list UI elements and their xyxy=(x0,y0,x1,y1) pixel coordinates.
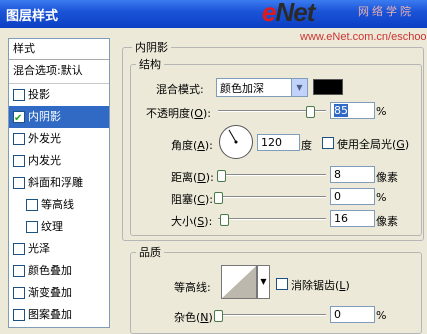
style-item-label: 斜面和浮雕 xyxy=(28,176,83,189)
inner-shadow-panel: 内阴影 结构 混合模式: 颜色加深 ▼ 不透明度(O): 85 % 角度(A):… xyxy=(120,38,427,334)
distance-unit: 像素 xyxy=(376,171,398,184)
style-checkbox[interactable] xyxy=(13,287,25,299)
style-item-label: 纹理 xyxy=(41,220,63,233)
noise-label: 杂色(N): xyxy=(174,311,217,324)
style-item[interactable]: 渐变叠加 xyxy=(9,282,109,304)
choke-slider[interactable] xyxy=(218,196,326,198)
style-item[interactable]: 光泽 xyxy=(9,238,109,260)
style-checkbox[interactable] xyxy=(13,89,25,101)
distance-slider-handle[interactable] xyxy=(217,170,227,182)
style-item-label: 内发光 xyxy=(28,154,61,167)
watermark-text: 网络学院 xyxy=(358,5,414,18)
structure-title: 结构 xyxy=(136,56,164,72)
angle-unit: 度 xyxy=(301,139,312,152)
style-checkbox[interactable] xyxy=(13,265,25,277)
distance-label: 距离(D): xyxy=(171,171,214,184)
title-bar: 图层样式 eNet 网络学院 xyxy=(0,0,427,28)
style-item-label: 光泽 xyxy=(28,242,50,255)
choke-unit: % xyxy=(376,191,387,204)
chevron-down-icon: ▼ xyxy=(291,79,307,96)
style-item-label: 混合选项:默认 xyxy=(13,64,83,77)
angle-label: 角度(A): xyxy=(171,139,213,152)
style-item[interactable]: 内阴影 xyxy=(9,106,109,130)
opacity-unit: % xyxy=(376,105,387,118)
style-checkbox[interactable] xyxy=(13,108,25,130)
style-checkbox[interactable] xyxy=(13,309,25,321)
antialias-label: 消除锯齿(L) xyxy=(291,279,350,292)
contour-curve-icon xyxy=(222,266,256,298)
style-item[interactable]: 斜面和浮雕 xyxy=(9,172,109,194)
opacity-slider-handle[interactable] xyxy=(305,106,315,118)
opacity-input[interactable]: 85 xyxy=(330,102,375,119)
section-title: 内阴影 xyxy=(132,39,171,55)
style-checkbox[interactable] xyxy=(26,221,38,233)
global-light-label: 使用全局光(G) xyxy=(337,138,410,151)
style-item[interactable]: 纹理 xyxy=(9,216,109,238)
style-checkbox[interactable] xyxy=(13,177,25,189)
choke-input[interactable]: 0 xyxy=(330,188,375,205)
contour-label: 等高线: xyxy=(174,281,211,294)
style-checkbox[interactable] xyxy=(13,133,25,145)
style-item[interactable]: 投影 xyxy=(9,84,109,106)
angle-indicator xyxy=(228,129,238,144)
antialias-checkbox[interactable] xyxy=(276,278,288,290)
style-checkbox[interactable] xyxy=(26,199,38,211)
blend-mode-select[interactable]: 颜色加深 ▼ xyxy=(216,78,308,97)
style-item[interactable]: 混合选项:默认 xyxy=(9,60,109,82)
choke-slider-handle[interactable] xyxy=(214,192,223,204)
style-item[interactable]: 等高线 xyxy=(9,194,109,216)
style-item-label: 渐变叠加 xyxy=(28,286,72,299)
style-item[interactable]: 颜色叠加 xyxy=(9,260,109,282)
style-item-label: 图案叠加 xyxy=(28,308,72,321)
quality-title: 品质 xyxy=(136,244,164,260)
style-item-label: 颜色叠加 xyxy=(28,264,72,277)
noise-input[interactable]: 0 xyxy=(330,306,375,323)
window-title: 图层样式 xyxy=(6,9,59,24)
style-item[interactable]: 图案叠加 xyxy=(9,304,109,326)
noise-slider-handle[interactable] xyxy=(214,310,223,322)
size-slider-handle[interactable] xyxy=(220,214,230,226)
style-item-label: 等高线 xyxy=(41,198,74,211)
style-item[interactable]: 外发光 xyxy=(9,128,109,150)
styles-header[interactable]: 样式 xyxy=(9,39,109,60)
angle-dial[interactable] xyxy=(219,125,253,159)
noise-unit: % xyxy=(376,309,387,322)
distance-input[interactable]: 8 xyxy=(330,166,375,183)
choke-label: 阻塞(C): xyxy=(171,193,213,206)
style-checkbox[interactable] xyxy=(13,155,25,167)
style-item-label: 投影 xyxy=(28,88,50,101)
style-item-label: 外发光 xyxy=(28,132,61,145)
global-light-checkbox[interactable] xyxy=(322,137,334,149)
styles-list: 样式 混合选项:默认投影内阴影外发光内发光斜面和浮雕等高线纹理光泽颜色叠加渐变叠… xyxy=(8,38,110,328)
size-slider[interactable] xyxy=(218,218,326,220)
contour-preview[interactable] xyxy=(221,265,257,299)
size-input[interactable]: 16 xyxy=(330,210,375,227)
size-label: 大小(S): xyxy=(171,215,213,228)
enet-logo: eNet xyxy=(262,0,315,27)
shadow-color-swatch[interactable] xyxy=(313,79,343,95)
style-item[interactable]: 内发光 xyxy=(9,150,109,172)
chevron-down-icon[interactable]: ▼ xyxy=(257,265,270,299)
distance-slider[interactable] xyxy=(218,174,326,176)
style-checkbox[interactable] xyxy=(13,243,25,255)
blend-mode-label: 混合模式: xyxy=(156,83,204,96)
opacity-label: 不透明度(O): xyxy=(146,107,211,120)
angle-input[interactable]: 120 xyxy=(257,134,300,151)
size-unit: 像素 xyxy=(376,215,398,228)
style-item-label: 内阴影 xyxy=(28,110,61,123)
noise-slider[interactable] xyxy=(218,314,326,316)
